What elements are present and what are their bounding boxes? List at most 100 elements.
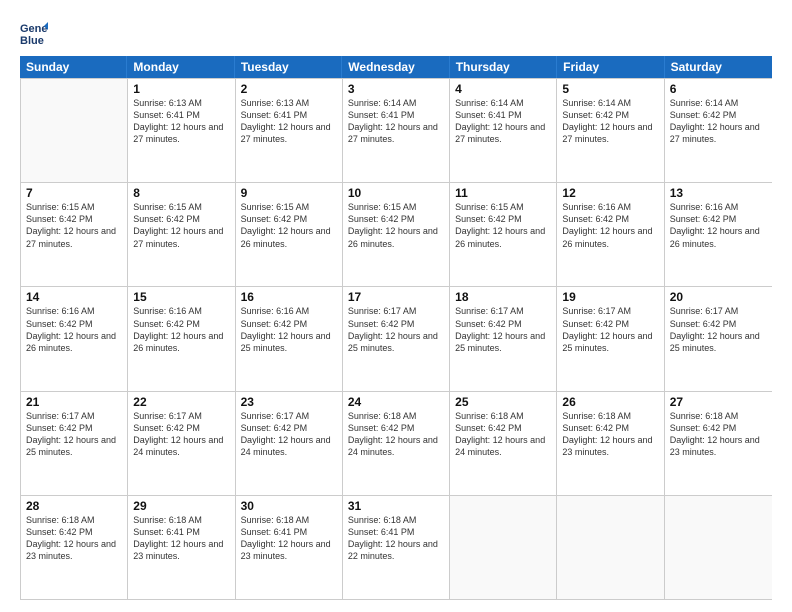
day-number: 28 — [26, 499, 122, 513]
day-info: Sunrise: 6:18 AMSunset: 6:42 PMDaylight:… — [562, 410, 658, 459]
calendar-row: 7Sunrise: 6:15 AMSunset: 6:42 PMDaylight… — [21, 182, 772, 286]
calendar-header: SundayMondayTuesdayWednesdayThursdayFrid… — [20, 56, 772, 78]
calendar-cell: 15Sunrise: 6:16 AMSunset: 6:42 PMDayligh… — [128, 287, 235, 390]
day-number: 24 — [348, 395, 444, 409]
calendar-cell: 14Sunrise: 6:16 AMSunset: 6:42 PMDayligh… — [21, 287, 128, 390]
day-info: Sunrise: 6:17 AMSunset: 6:42 PMDaylight:… — [241, 410, 337, 459]
calendar-cell: 23Sunrise: 6:17 AMSunset: 6:42 PMDayligh… — [236, 392, 343, 495]
calendar-cell: 30Sunrise: 6:18 AMSunset: 6:41 PMDayligh… — [236, 496, 343, 599]
calendar-cell: 3Sunrise: 6:14 AMSunset: 6:41 PMDaylight… — [343, 79, 450, 182]
day-info: Sunrise: 6:13 AMSunset: 6:41 PMDaylight:… — [133, 97, 229, 146]
day-info: Sunrise: 6:15 AMSunset: 6:42 PMDaylight:… — [348, 201, 444, 250]
day-info: Sunrise: 6:16 AMSunset: 6:42 PMDaylight:… — [241, 305, 337, 354]
day-info: Sunrise: 6:17 AMSunset: 6:42 PMDaylight:… — [670, 305, 767, 354]
day-number: 13 — [670, 186, 767, 200]
day-info: Sunrise: 6:13 AMSunset: 6:41 PMDaylight:… — [241, 97, 337, 146]
day-number: 21 — [26, 395, 122, 409]
day-info: Sunrise: 6:17 AMSunset: 6:42 PMDaylight:… — [133, 410, 229, 459]
day-info: Sunrise: 6:18 AMSunset: 6:41 PMDaylight:… — [348, 514, 444, 563]
day-info: Sunrise: 6:14 AMSunset: 6:41 PMDaylight:… — [348, 97, 444, 146]
day-info: Sunrise: 6:17 AMSunset: 6:42 PMDaylight:… — [348, 305, 444, 354]
day-number: 16 — [241, 290, 337, 304]
day-number: 19 — [562, 290, 658, 304]
day-info: Sunrise: 6:18 AMSunset: 6:42 PMDaylight:… — [670, 410, 767, 459]
logo-icon: General Blue — [20, 18, 48, 46]
day-info: Sunrise: 6:16 AMSunset: 6:42 PMDaylight:… — [670, 201, 767, 250]
day-number: 25 — [455, 395, 551, 409]
calendar-cell — [557, 496, 664, 599]
day-number: 3 — [348, 82, 444, 96]
day-info: Sunrise: 6:16 AMSunset: 6:42 PMDaylight:… — [26, 305, 122, 354]
calendar-cell: 28Sunrise: 6:18 AMSunset: 6:42 PMDayligh… — [21, 496, 128, 599]
day-number: 10 — [348, 186, 444, 200]
day-number: 7 — [26, 186, 122, 200]
calendar: SundayMondayTuesdayWednesdayThursdayFrid… — [20, 56, 772, 600]
calendar-row: 21Sunrise: 6:17 AMSunset: 6:42 PMDayligh… — [21, 391, 772, 495]
day-number: 15 — [133, 290, 229, 304]
day-info: Sunrise: 6:18 AMSunset: 6:41 PMDaylight:… — [133, 514, 229, 563]
day-info: Sunrise: 6:15 AMSunset: 6:42 PMDaylight:… — [26, 201, 122, 250]
day-info: Sunrise: 6:17 AMSunset: 6:42 PMDaylight:… — [562, 305, 658, 354]
calendar-cell: 27Sunrise: 6:18 AMSunset: 6:42 PMDayligh… — [665, 392, 772, 495]
day-number: 29 — [133, 499, 229, 513]
calendar-row: 1Sunrise: 6:13 AMSunset: 6:41 PMDaylight… — [21, 78, 772, 182]
day-number: 26 — [562, 395, 658, 409]
calendar-cell: 31Sunrise: 6:18 AMSunset: 6:41 PMDayligh… — [343, 496, 450, 599]
calendar-cell: 12Sunrise: 6:16 AMSunset: 6:42 PMDayligh… — [557, 183, 664, 286]
day-number: 18 — [455, 290, 551, 304]
day-info: Sunrise: 6:18 AMSunset: 6:42 PMDaylight:… — [26, 514, 122, 563]
calendar-cell: 11Sunrise: 6:15 AMSunset: 6:42 PMDayligh… — [450, 183, 557, 286]
calendar-cell: 10Sunrise: 6:15 AMSunset: 6:42 PMDayligh… — [343, 183, 450, 286]
calendar-cell: 24Sunrise: 6:18 AMSunset: 6:42 PMDayligh… — [343, 392, 450, 495]
page: General Blue SundayMondayTuesdayWednesda… — [0, 0, 792, 612]
day-number: 4 — [455, 82, 551, 96]
day-info: Sunrise: 6:14 AMSunset: 6:41 PMDaylight:… — [455, 97, 551, 146]
day-number: 23 — [241, 395, 337, 409]
calendar-cell: 9Sunrise: 6:15 AMSunset: 6:42 PMDaylight… — [236, 183, 343, 286]
weekday-header: Friday — [557, 56, 664, 78]
day-info: Sunrise: 6:15 AMSunset: 6:42 PMDaylight:… — [133, 201, 229, 250]
calendar-cell: 25Sunrise: 6:18 AMSunset: 6:42 PMDayligh… — [450, 392, 557, 495]
calendar-cell: 7Sunrise: 6:15 AMSunset: 6:42 PMDaylight… — [21, 183, 128, 286]
day-number: 31 — [348, 499, 444, 513]
calendar-cell: 17Sunrise: 6:17 AMSunset: 6:42 PMDayligh… — [343, 287, 450, 390]
calendar-row: 28Sunrise: 6:18 AMSunset: 6:42 PMDayligh… — [21, 495, 772, 599]
day-number: 2 — [241, 82, 337, 96]
weekday-header: Saturday — [665, 56, 772, 78]
day-number: 30 — [241, 499, 337, 513]
weekday-header: Sunday — [20, 56, 127, 78]
day-info: Sunrise: 6:17 AMSunset: 6:42 PMDaylight:… — [455, 305, 551, 354]
calendar-cell: 20Sunrise: 6:17 AMSunset: 6:42 PMDayligh… — [665, 287, 772, 390]
day-info: Sunrise: 6:18 AMSunset: 6:42 PMDaylight:… — [348, 410, 444, 459]
calendar-cell — [665, 496, 772, 599]
day-info: Sunrise: 6:18 AMSunset: 6:42 PMDaylight:… — [455, 410, 551, 459]
calendar-cell: 5Sunrise: 6:14 AMSunset: 6:42 PMDaylight… — [557, 79, 664, 182]
svg-text:General: General — [20, 23, 48, 35]
svg-text:Blue: Blue — [20, 35, 44, 46]
calendar-cell — [450, 496, 557, 599]
calendar-cell: 29Sunrise: 6:18 AMSunset: 6:41 PMDayligh… — [128, 496, 235, 599]
calendar-cell — [21, 79, 128, 182]
day-number: 14 — [26, 290, 122, 304]
calendar-cell: 8Sunrise: 6:15 AMSunset: 6:42 PMDaylight… — [128, 183, 235, 286]
calendar-cell: 6Sunrise: 6:14 AMSunset: 6:42 PMDaylight… — [665, 79, 772, 182]
day-info: Sunrise: 6:14 AMSunset: 6:42 PMDaylight:… — [562, 97, 658, 146]
calendar-row: 14Sunrise: 6:16 AMSunset: 6:42 PMDayligh… — [21, 286, 772, 390]
weekday-header: Monday — [127, 56, 234, 78]
calendar-cell: 18Sunrise: 6:17 AMSunset: 6:42 PMDayligh… — [450, 287, 557, 390]
calendar-cell: 19Sunrise: 6:17 AMSunset: 6:42 PMDayligh… — [557, 287, 664, 390]
day-number: 22 — [133, 395, 229, 409]
day-number: 11 — [455, 186, 551, 200]
weekday-header: Thursday — [450, 56, 557, 78]
day-info: Sunrise: 6:14 AMSunset: 6:42 PMDaylight:… — [670, 97, 767, 146]
logo: General Blue — [20, 18, 50, 46]
weekday-header: Tuesday — [235, 56, 342, 78]
day-info: Sunrise: 6:17 AMSunset: 6:42 PMDaylight:… — [26, 410, 122, 459]
calendar-cell: 16Sunrise: 6:16 AMSunset: 6:42 PMDayligh… — [236, 287, 343, 390]
calendar-body: 1Sunrise: 6:13 AMSunset: 6:41 PMDaylight… — [20, 78, 772, 600]
day-number: 27 — [670, 395, 767, 409]
calendar-cell: 13Sunrise: 6:16 AMSunset: 6:42 PMDayligh… — [665, 183, 772, 286]
day-info: Sunrise: 6:18 AMSunset: 6:41 PMDaylight:… — [241, 514, 337, 563]
day-number: 12 — [562, 186, 658, 200]
day-number: 5 — [562, 82, 658, 96]
